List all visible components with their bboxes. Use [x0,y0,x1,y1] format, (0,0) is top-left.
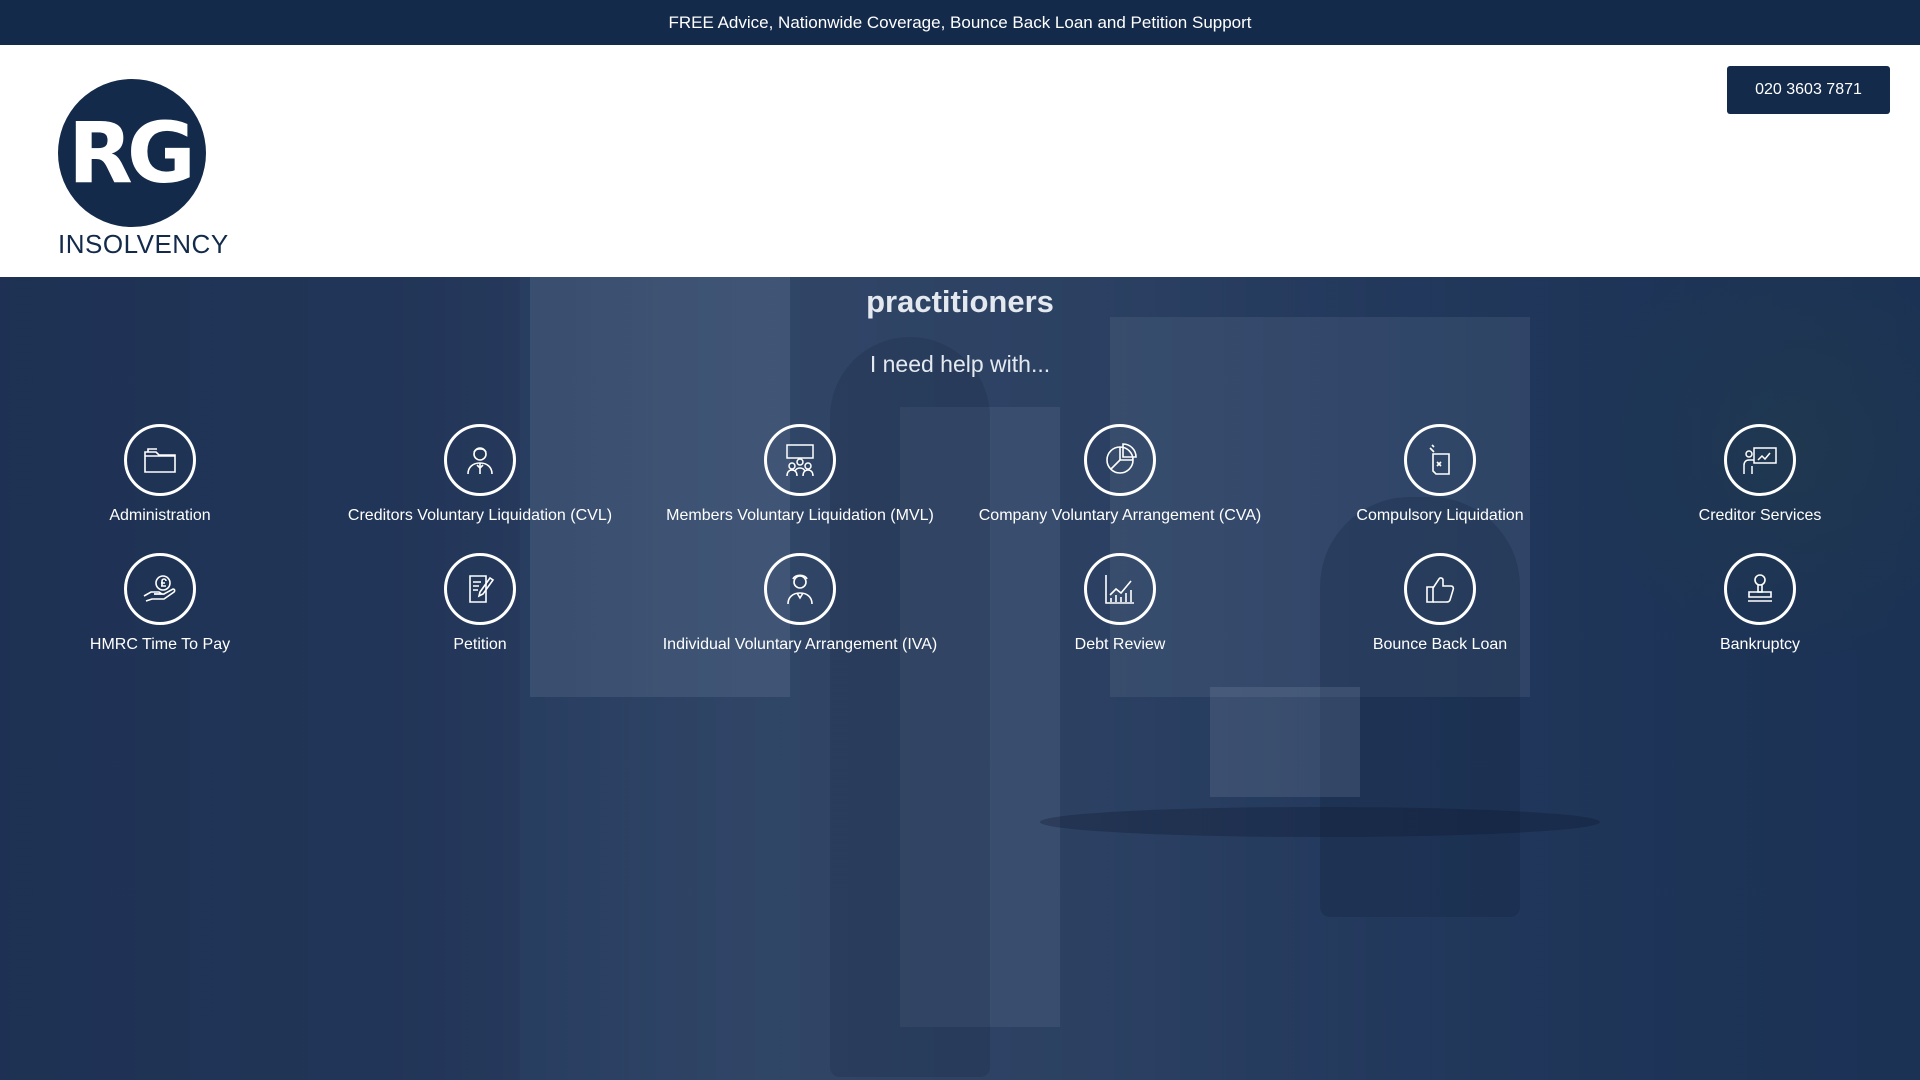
businessman-icon [444,424,516,496]
service-cvl[interactable]: Creditors Voluntary Liquidation (CVL) [320,424,640,525]
person-icon [764,553,836,625]
hero-heading: RG Insolvency are leading licensed insol… [866,284,1054,319]
site-header: RG INSOLVENCY 020 3603 7871 [0,45,1920,277]
hero-section: RG Insolvency are leading licensed insol… [0,277,1920,1080]
service-hmrc-time-to-pay[interactable]: HMRC Time To Pay [0,553,320,654]
background-photo-table [1040,807,1600,837]
stamp-icon [1724,553,1796,625]
service-label: Company Voluntary Arrangement (CVA) [978,507,1262,524]
service-cva[interactable]: Company Voluntary Arrangement (CVA) [960,424,1280,525]
service-bounce-back-loan[interactable]: Bounce Back Loan [1280,553,1600,654]
service-label: Individual Voluntary Arrangement (IVA) [662,636,938,653]
announcement-text: FREE Advice, Nationwide Coverage, Bounce… [668,12,1252,32]
service-label: Petition [453,636,507,653]
service-label: Bounce Back Loan [1372,636,1508,653]
service-label: Members Voluntary Liquidation (MVL) [666,507,934,524]
service-bankruptcy[interactable]: Bankruptcy [1600,553,1920,654]
pie-chart-icon [1084,424,1156,496]
logo-mark: RG [58,79,206,227]
service-petition[interactable]: Petition [320,553,640,654]
site-logo[interactable]: RG INSOLVENCY [58,79,228,259]
hand-coin-icon [124,553,196,625]
service-creditor-services[interactable]: Creditor Services [1600,424,1920,525]
document-stamp-icon [1404,424,1476,496]
service-debt-review[interactable]: Debt Review [960,553,1280,654]
folder-icon [124,424,196,496]
team-meeting-icon [764,424,836,496]
hero-subheading: I need help with... [869,351,1051,377]
thumbs-up-icon [1404,553,1476,625]
service-label: Bankruptcy [1719,636,1801,653]
service-label: HMRC Time To Pay [89,636,231,653]
phone-button[interactable]: 020 3603 7871 [1727,66,1890,114]
service-label: Administration [109,507,211,524]
service-compulsory-liquidation[interactable]: Compulsory Liquidation [1280,424,1600,525]
service-label: Creditors Voluntary Liquidation (CVL) [347,507,613,524]
document-pen-icon [444,553,516,625]
line-chart-icon [1084,553,1156,625]
background-photo-laptop [1210,687,1360,797]
logo-wordmark: INSOLVENCY [58,229,229,259]
service-mvl[interactable]: Members Voluntary Liquidation (MVL) [640,424,960,525]
background-photo-curtain [0,277,520,1080]
service-label: Debt Review [1074,636,1166,653]
service-label: Compulsory Liquidation [1356,507,1524,524]
announcement-bar: FREE Advice, Nationwide Coverage, Bounce… [0,0,1920,45]
service-iva[interactable]: Individual Voluntary Arrangement (IVA) [640,553,960,654]
service-label: Creditor Services [1698,507,1822,524]
presentation-icon [1724,424,1796,496]
service-administration[interactable]: Administration [0,424,320,525]
